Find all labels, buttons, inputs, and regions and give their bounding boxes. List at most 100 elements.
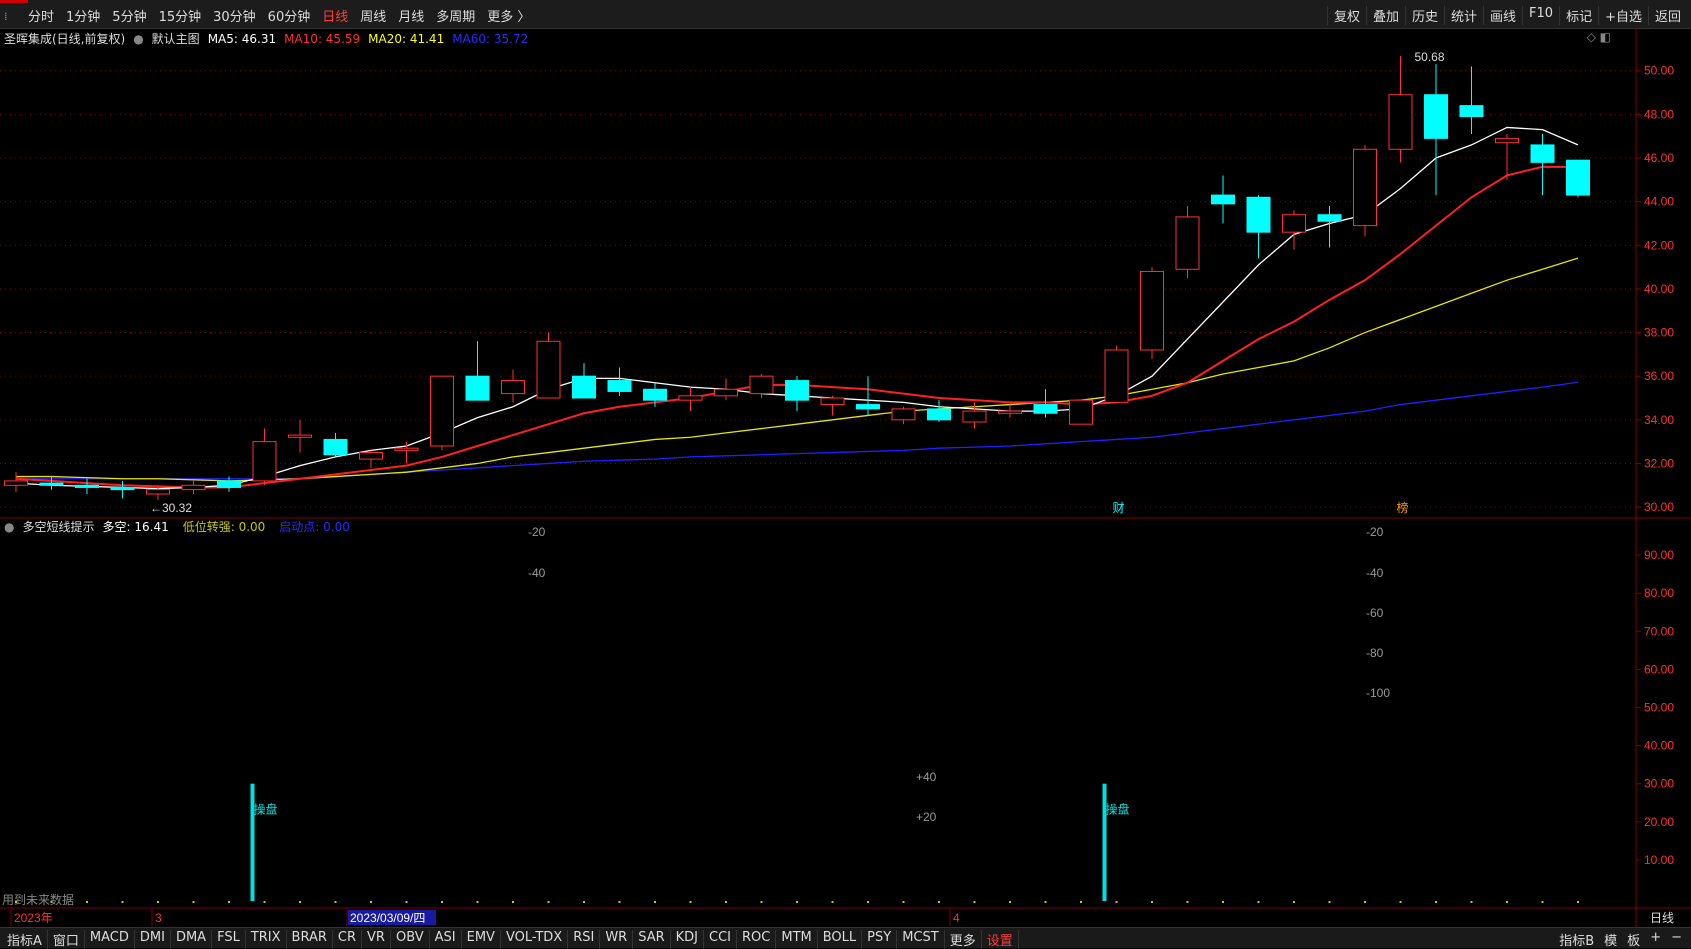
panel-grip-icon[interactable]: ⁞ xyxy=(4,10,8,23)
indicator-tab-19[interactable]: ROC xyxy=(737,930,777,949)
indicator-tab-3[interactable]: DMI xyxy=(135,930,171,949)
indicator-tab-9[interactable]: VR xyxy=(362,930,391,949)
indicator-tab-13[interactable]: VOL-TDX xyxy=(501,930,569,949)
sub-indicator-values: 多空: 16.41 低位转强: 0.00 启动点: 0.00 xyxy=(103,518,350,535)
sub-value-item: 多空: 16.41 xyxy=(102,520,169,534)
time-axis-label: 4 xyxy=(953,911,960,925)
bottom-tool-3[interactable]: + xyxy=(1645,930,1666,949)
baseline-dot xyxy=(725,901,727,903)
period-tab-3[interactable]: 15分钟 xyxy=(153,6,208,25)
indicator-tab-0[interactable]: 指标A xyxy=(2,930,48,949)
bottom-tool-1[interactable]: 模 xyxy=(1599,930,1622,949)
tool-button-1[interactable]: 叠加 xyxy=(1365,6,1405,25)
indicator-tab-20[interactable]: MTM xyxy=(776,930,818,949)
sub-indicator-title[interactable]: 多空短线提示 xyxy=(22,518,94,535)
candle-body xyxy=(891,408,916,421)
candle-body xyxy=(1140,270,1164,351)
indicator-tab-8[interactable]: CR xyxy=(333,930,363,949)
tool-button-4[interactable]: 画线 xyxy=(1483,6,1522,25)
indicator-tab-25[interactable]: 设置 xyxy=(982,930,1019,949)
sub-y-tick-label: 40.00 xyxy=(1644,739,1674,753)
signal-label: 操盘 xyxy=(254,802,278,817)
signal-bar xyxy=(1102,783,1107,901)
baseline-dot xyxy=(1470,901,1473,903)
baseline-dot xyxy=(1293,901,1295,903)
indicator-tab-23[interactable]: MCST xyxy=(897,930,945,949)
baseline-dot xyxy=(192,901,195,903)
bottom-tool-4[interactable]: − xyxy=(1666,930,1687,949)
baseline-dot xyxy=(938,901,940,903)
candle-body xyxy=(1424,94,1448,139)
indicator-tab-2[interactable]: MACD xyxy=(85,930,135,949)
chart-toggle-icons[interactable]: ◇ ◧ xyxy=(1587,30,1611,44)
candle-body xyxy=(1495,137,1519,144)
indicator-tab-16[interactable]: SAR xyxy=(633,930,671,949)
indicator-tab-22[interactable]: PSY xyxy=(862,930,898,949)
baseline-dot xyxy=(760,901,763,903)
candle-body xyxy=(714,388,738,397)
sub-y-tick-label: 10.00 xyxy=(1644,853,1674,867)
candle-body xyxy=(430,375,454,447)
indicator-tab-21[interactable]: BOLL xyxy=(818,930,863,949)
tool-button-3[interactable]: 统计 xyxy=(1444,6,1483,25)
time-axis-label: 3 xyxy=(155,911,162,925)
baseline-dot xyxy=(512,901,514,903)
tool-button-0[interactable]: 复权 xyxy=(1326,6,1366,25)
bottom-tool-0[interactable]: 指标B xyxy=(1554,930,1599,949)
candle-body xyxy=(927,408,951,421)
tool-button-6[interactable]: 标记 xyxy=(1559,6,1598,25)
y-tick-label: 40.00 xyxy=(1644,282,1674,296)
indicator-tab-17[interactable]: KDJ xyxy=(671,930,705,949)
indicator-tab-12[interactable]: EMV xyxy=(462,930,501,949)
stock-title[interactable]: 圣晖集成(日线,前复权) xyxy=(4,30,125,47)
candle-body xyxy=(536,340,561,399)
future-data-note: 用到未来数据 xyxy=(2,892,74,907)
period-tab-1[interactable]: 1分钟 xyxy=(60,6,106,25)
settings-dot-icon[interactable]: ● xyxy=(4,520,14,534)
indicator-tab-18[interactable]: CCI xyxy=(704,930,738,949)
period-tab-5[interactable]: 60分钟 xyxy=(262,6,317,25)
tool-button-7[interactable]: +自选 xyxy=(1598,6,1648,25)
baseline-dot xyxy=(1151,901,1153,903)
sub-float-label: +20 xyxy=(916,810,937,824)
indicator-tab-5[interactable]: FSL xyxy=(212,930,246,949)
period-tab-6[interactable]: 日线 xyxy=(316,6,354,25)
period-tab-2[interactable]: 5分钟 xyxy=(106,6,152,25)
candle-body xyxy=(501,380,525,395)
period-tab-8[interactable]: 月线 xyxy=(392,6,430,25)
settings-dot-icon[interactable]: ● xyxy=(133,32,143,46)
indicator-tab-11[interactable]: ASI xyxy=(430,930,462,949)
template-label[interactable]: 默认主图 xyxy=(152,30,200,47)
candle-body xyxy=(1104,349,1129,403)
kline-chart-area[interactable]: 50.00 48.00 46.00 44.00 42.00 40.00 38.00 36.00… xyxy=(0,28,1691,927)
period-tab-10[interactable]: 更多 〉 xyxy=(481,6,536,25)
candle-body xyxy=(1388,94,1413,150)
indicator-tab-15[interactable]: WR xyxy=(600,930,634,949)
period-tab-4[interactable]: 30分钟 xyxy=(207,6,262,25)
indicator-tab-1[interactable]: 窗口 xyxy=(48,930,85,949)
candle-body xyxy=(1566,159,1590,196)
candle-body xyxy=(572,375,596,399)
tool-button-5[interactable]: F10 xyxy=(1522,6,1559,25)
candle-body xyxy=(217,480,241,488)
period-tab-0[interactable]: 分时 xyxy=(22,6,60,25)
candle-body xyxy=(1353,148,1377,227)
indicator-tab-7[interactable]: BRAR xyxy=(287,930,333,949)
bottom-tool-2[interactable]: 板 xyxy=(1622,930,1645,949)
active-window-indicator xyxy=(0,0,28,3)
period-tab-9[interactable]: 多周期 xyxy=(430,6,481,25)
indicator-tab-14[interactable]: RSI xyxy=(568,930,601,949)
tool-button-8[interactable]: 返回 xyxy=(1647,6,1687,25)
main-chart-info-row: 圣晖集成(日线,前复权) ● 默认主图 MA5: 46.31 MA10: 45.5… xyxy=(4,30,528,47)
indicator-tab-6[interactable]: TRIX xyxy=(246,930,287,949)
period-tab-7[interactable]: 周线 xyxy=(354,6,392,25)
tool-button-2[interactable]: 历史 xyxy=(1404,6,1444,25)
indicator-tab-10[interactable]: OBV xyxy=(391,930,430,949)
indicator-tab-4[interactable]: DMA xyxy=(171,930,213,949)
candle-body xyxy=(1246,196,1271,233)
baseline-dot xyxy=(1080,901,1082,903)
indicator-tab-24[interactable]: 更多 xyxy=(945,930,982,949)
indicator-tabs: 指标A 窗口 MACD DMI DMA FSL TRIX BRAR CR VR OBV ASI EMV V… xyxy=(2,930,1019,949)
baseline-dot xyxy=(902,901,905,903)
sub-y-tick-label: 30.00 xyxy=(1644,777,1674,791)
